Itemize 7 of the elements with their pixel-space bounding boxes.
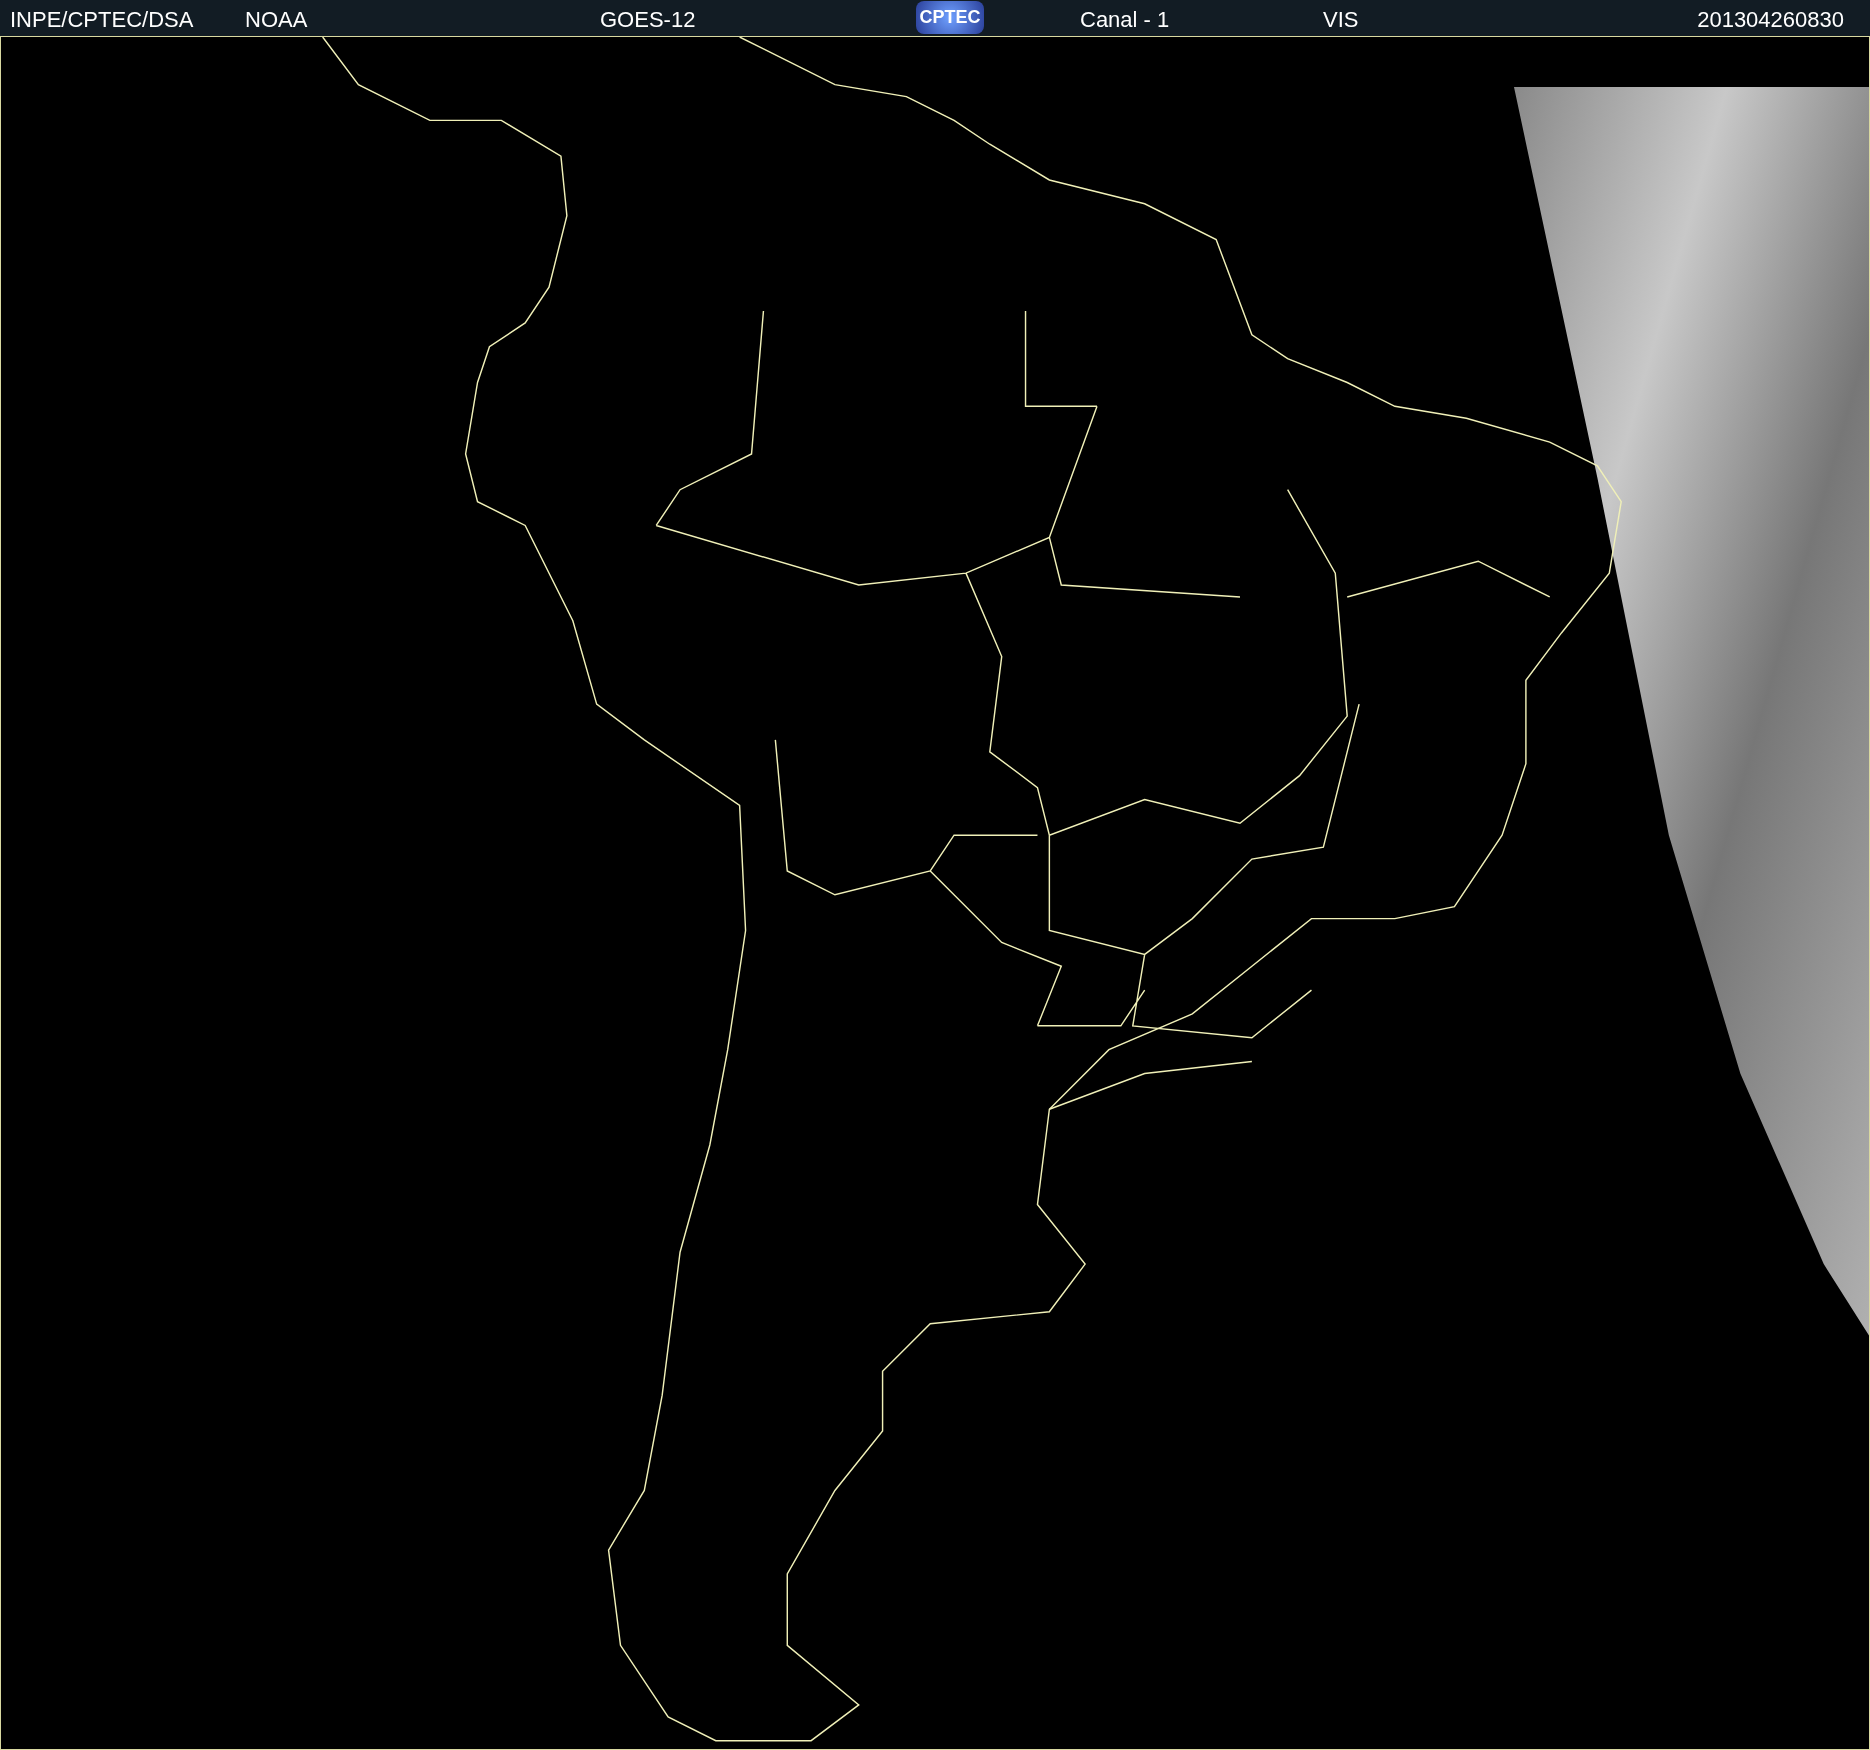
source-label: INPE/CPTEC/DSA <box>10 7 194 33</box>
timestamp-label: 201304260830 <box>1697 7 1844 33</box>
logo: CPTEC <box>916 1 984 34</box>
satellite-label: GOES-12 <box>600 7 696 33</box>
channel-label: Canal - 1 <box>1080 7 1170 33</box>
agency-label: NOAA <box>245 7 308 33</box>
band-label: VIS <box>1323 7 1359 33</box>
